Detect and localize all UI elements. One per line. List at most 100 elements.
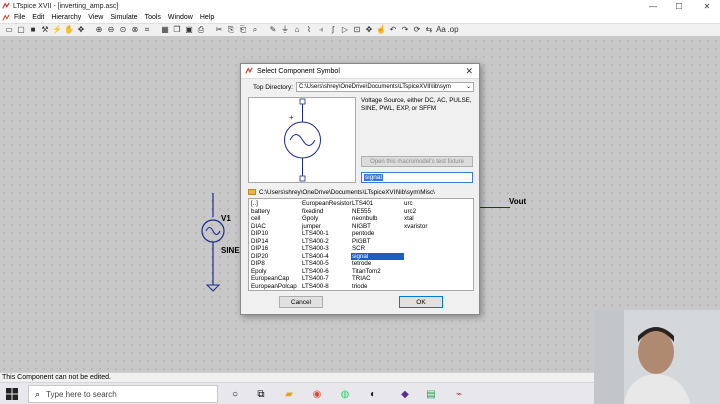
menu-help[interactable]: Help xyxy=(200,14,214,21)
paste-icon[interactable]: ⎗ xyxy=(238,25,248,35)
list-item[interactable]: [..] xyxy=(250,200,297,208)
list-item[interactable]: triode xyxy=(351,283,404,291)
taskbar-search-input[interactable]: ⌕ Type here to search xyxy=(28,385,218,403)
list-item[interactable]: DIP14 xyxy=(250,238,297,246)
component-search-input[interactable]: signal xyxy=(361,172,473,183)
list-item[interactable]: cell xyxy=(250,215,297,223)
menu-edit[interactable]: Edit xyxy=(32,14,44,21)
menu-window[interactable]: Window xyxy=(168,14,193,21)
list-item[interactable]: battery xyxy=(250,208,297,216)
menu-file[interactable]: File xyxy=(14,14,25,21)
list-item[interactable]: DIP10 xyxy=(250,230,297,238)
redo-icon[interactable]: ↷ xyxy=(400,25,410,35)
component-icon[interactable]: ⊡ xyxy=(352,25,362,35)
dialog-close-button[interactable]: ✕ xyxy=(465,66,473,77)
list-item[interactable]: PIGBT xyxy=(351,238,404,246)
source-name-label[interactable]: V1 xyxy=(221,214,231,223)
list-item[interactable]: NIGBT xyxy=(351,223,404,231)
list-item[interactable]: LTS400-7 xyxy=(301,275,352,283)
output-wire[interactable] xyxy=(480,207,510,209)
list-item[interactable]: TitanTom2 xyxy=(351,268,404,276)
list-item[interactable]: EuropeanPolcap xyxy=(250,283,297,291)
component-list[interactable]: [..] battery cell DIAC DIP10 DIP14 DIP16… xyxy=(248,198,474,291)
top-directory-select[interactable]: C:\Users\shrey\OneDrive\Documents\LTspic… xyxy=(296,82,474,92)
task-view-icon[interactable]: ○ xyxy=(228,387,242,401)
visual-studio-icon[interactable]: ◆ xyxy=(398,387,412,401)
list-item[interactable]: LTS401 xyxy=(351,200,404,208)
new-icon[interactable]: ▢ xyxy=(16,25,26,35)
list-item[interactable]: Gpoly xyxy=(301,215,352,223)
close-window-button[interactable]: ✕ xyxy=(694,0,720,12)
list-item[interactable]: urc2 xyxy=(403,208,427,216)
list-item[interactable]: neonbulb xyxy=(351,215,404,223)
minimize-button[interactable]: — xyxy=(640,0,666,12)
source-value-label[interactable]: SINE xyxy=(221,246,240,255)
list-item[interactable]: DIP16 xyxy=(250,245,297,253)
list-item[interactable]: LTS400-4 xyxy=(301,253,352,261)
list-item-selected[interactable]: signal xyxy=(351,252,404,260)
file-explorer-icon[interactable]: ▰ xyxy=(282,387,296,401)
cut-icon[interactable]: ✂ xyxy=(214,25,224,35)
find-icon[interactable]: ⌕ xyxy=(250,25,260,35)
ltspice-taskbar-icon[interactable]: ⌁ xyxy=(452,387,466,401)
menu-simulate[interactable]: Simulate xyxy=(110,14,137,21)
zoom-cancel-icon[interactable]: ⊗ xyxy=(130,25,140,35)
list-item[interactable]: SCR xyxy=(351,245,404,253)
copy-icon[interactable]: ⎘ xyxy=(226,25,236,35)
spice-directive-icon[interactable]: .op xyxy=(447,25,458,35)
move-icon[interactable]: ✥ xyxy=(364,25,374,35)
list-item[interactable]: pentode xyxy=(351,230,404,238)
list-item[interactable]: xtal xyxy=(403,215,427,223)
list-item[interactable]: DIAC xyxy=(250,223,297,231)
output-net-label[interactable]: Vout xyxy=(509,197,526,206)
menu-view[interactable]: View xyxy=(88,14,103,21)
folder-icon[interactable] xyxy=(248,189,256,195)
list-item[interactable]: NE555 xyxy=(351,208,404,216)
list-item[interactable]: fixedind xyxy=(301,208,352,216)
autorange-icon[interactable]: ⌗ xyxy=(142,25,152,35)
tile-icon[interactable]: ▦ xyxy=(160,25,170,35)
list-item[interactable]: EuropeanResistor xyxy=(301,200,352,208)
zoom-in-icon[interactable]: ⊕ xyxy=(94,25,104,35)
menu-tools[interactable]: Tools xyxy=(145,14,161,21)
drag-icon[interactable]: ☝ xyxy=(376,25,386,35)
print-icon[interactable]: ⎙ xyxy=(196,25,206,35)
whatsapp-icon[interactable]: ◍ xyxy=(338,387,352,401)
ok-button[interactable]: OK xyxy=(399,296,443,308)
zoom-out-icon[interactable]: ⊖ xyxy=(106,25,116,35)
list-item[interactable]: DIP8 xyxy=(250,260,297,268)
list-item[interactable]: LTS400-2 xyxy=(301,238,352,246)
save-icon[interactable]: ■ xyxy=(28,25,38,35)
open-icon[interactable]: ▭ xyxy=(4,25,14,35)
text-icon[interactable]: Aa xyxy=(436,25,446,35)
close-doc-icon[interactable]: ▣ xyxy=(184,25,194,35)
diode-icon[interactable]: ▷ xyxy=(340,25,350,35)
media-player-icon[interactable]: ◐ xyxy=(366,387,380,401)
list-item[interactable]: LTS400-1 xyxy=(301,230,352,238)
list-item[interactable]: xvaristor xyxy=(403,223,427,231)
control-panel-icon[interactable]: ⚒ xyxy=(40,25,50,35)
list-item[interactable]: tetrode xyxy=(351,260,404,268)
cascade-icon[interactable]: ❐ xyxy=(172,25,182,35)
list-item[interactable]: Epoly xyxy=(250,268,297,276)
excel-icon[interactable]: ▤ xyxy=(424,387,438,401)
undo-icon[interactable]: ↶ xyxy=(388,25,398,35)
resistor-icon[interactable]: ⌇ xyxy=(304,25,314,35)
list-item[interactable]: TRIAC xyxy=(351,275,404,283)
list-item[interactable]: LTS400-5 xyxy=(301,260,352,268)
open-test-fixture-button[interactable]: Open this macromodel's test fixture xyxy=(361,156,473,167)
list-item[interactable]: LTS400-8 xyxy=(301,283,352,291)
document-icon[interactable] xyxy=(2,14,10,22)
pan-icon[interactable]: ✥ xyxy=(76,25,86,35)
windows-start-icon[interactable] xyxy=(6,388,18,400)
task-switch-icon[interactable]: ⧉ xyxy=(254,387,268,401)
wire-icon[interactable]: ✎ xyxy=(268,25,278,35)
zoom-full-icon[interactable]: ⊙ xyxy=(118,25,128,35)
mirror-icon[interactable]: ⇆ xyxy=(424,25,434,35)
chrome-icon[interactable]: ◉ xyxy=(310,387,324,401)
inductor-icon[interactable]: ʃ xyxy=(328,25,338,35)
list-item[interactable]: DIP20 xyxy=(250,253,297,261)
list-item[interactable]: urc xyxy=(403,200,427,208)
list-item[interactable]: EuropeanCap xyxy=(250,275,297,283)
capacitor-icon[interactable]: ⫞ xyxy=(316,25,326,35)
